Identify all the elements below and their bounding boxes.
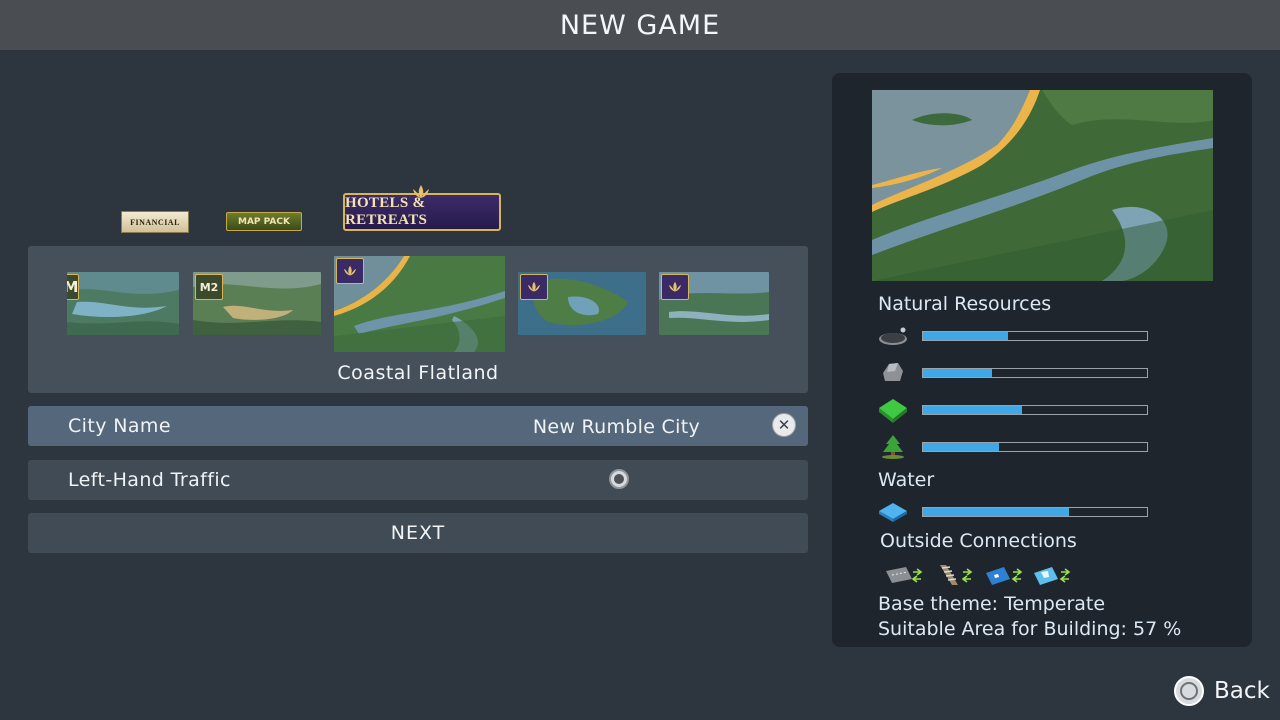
dlc-hotels-label: HOTELS & RETREATS: [345, 195, 428, 228]
map-thumbnail-selected[interactable]: [334, 256, 505, 352]
dlc-financial-label: FINANCIAL: [130, 217, 180, 227]
left-hand-traffic-toggle[interactable]: Left-Hand Traffic: [28, 460, 808, 500]
map-preview-image: [872, 90, 1213, 281]
ore-resource-bar: [922, 368, 1148, 378]
fertile-land-bar-fill: [923, 406, 1022, 414]
dlc-filter-map-pack[interactable]: MAP PACK: [226, 212, 302, 231]
map-thumbnail[interactable]: [659, 272, 769, 335]
lotus-icon: [413, 185, 429, 198]
toggle-radio[interactable]: [609, 469, 629, 489]
water-resource-bar: [922, 507, 1148, 517]
rail-connection-icon: [934, 563, 974, 589]
map-carousel: M M2 Coastal Flatland: [28, 246, 808, 393]
dlc-filter-hotels-retreats[interactable]: HOTELS & RETREATS: [343, 185, 501, 231]
clear-icon[interactable]: ✕: [772, 413, 796, 437]
map-badge-icon: M2: [195, 274, 223, 300]
left-hand-traffic-label: Left-Hand Traffic: [68, 469, 231, 491]
city-name-value[interactable]: New Rumble City: [533, 416, 700, 438]
suitable-area-text: Suitable Area for Building: 57 %: [878, 618, 1182, 640]
ship-connection-icon: [984, 563, 1024, 589]
water-title: Water: [878, 469, 935, 491]
hotels-badge-icon: [520, 274, 548, 300]
plane-connection-icon: [1032, 563, 1072, 589]
dlc-map-pack-label: MAP PACK: [238, 216, 290, 227]
forest-icon: [878, 435, 908, 459]
map-thumbnail[interactable]: M: [67, 272, 179, 335]
forest-bar-fill: [923, 443, 1000, 451]
dlc-filter-financial[interactable]: FINANCIAL: [121, 211, 189, 233]
city-name-label: City Name: [68, 415, 171, 437]
ore-bar-fill: [923, 369, 993, 377]
map-badge-icon: M: [67, 274, 79, 300]
hotels-badge-icon: [661, 274, 689, 300]
map-thumbnail[interactable]: [518, 272, 646, 335]
forest-resource-bar: [922, 442, 1148, 452]
fertile-land-icon: [878, 398, 908, 423]
back-label: Back: [1214, 678, 1270, 704]
next-button[interactable]: NEXT: [28, 513, 808, 553]
highway-connection-icon: [884, 563, 924, 589]
oil-resource-bar: [922, 331, 1148, 341]
fertile-land-resource-bar: [922, 405, 1148, 415]
back-button[interactable]: Back: [1174, 674, 1270, 708]
outside-connections-title: Outside Connections: [880, 530, 1077, 552]
map-info-panel: Natural Resources Water Outside Connecti…: [832, 73, 1252, 647]
natural-resources-title: Natural Resources: [878, 293, 1052, 315]
city-name-field[interactable]: City Name New Rumble City ✕: [28, 406, 808, 446]
oil-icon: [878, 324, 908, 348]
page-title: NEW GAME: [0, 0, 1280, 50]
circle-button-icon: [1174, 676, 1204, 706]
hotels-badge-icon: [336, 258, 364, 284]
ore-icon: [878, 361, 908, 385]
oil-bar-fill: [923, 332, 1009, 340]
selected-map-name: Coastal Flatland: [337, 362, 499, 384]
map-thumbnail[interactable]: M2: [193, 272, 321, 335]
base-theme-text: Base theme: Temperate: [878, 593, 1106, 615]
water-bar-fill: [923, 508, 1069, 516]
water-icon: [878, 500, 908, 524]
